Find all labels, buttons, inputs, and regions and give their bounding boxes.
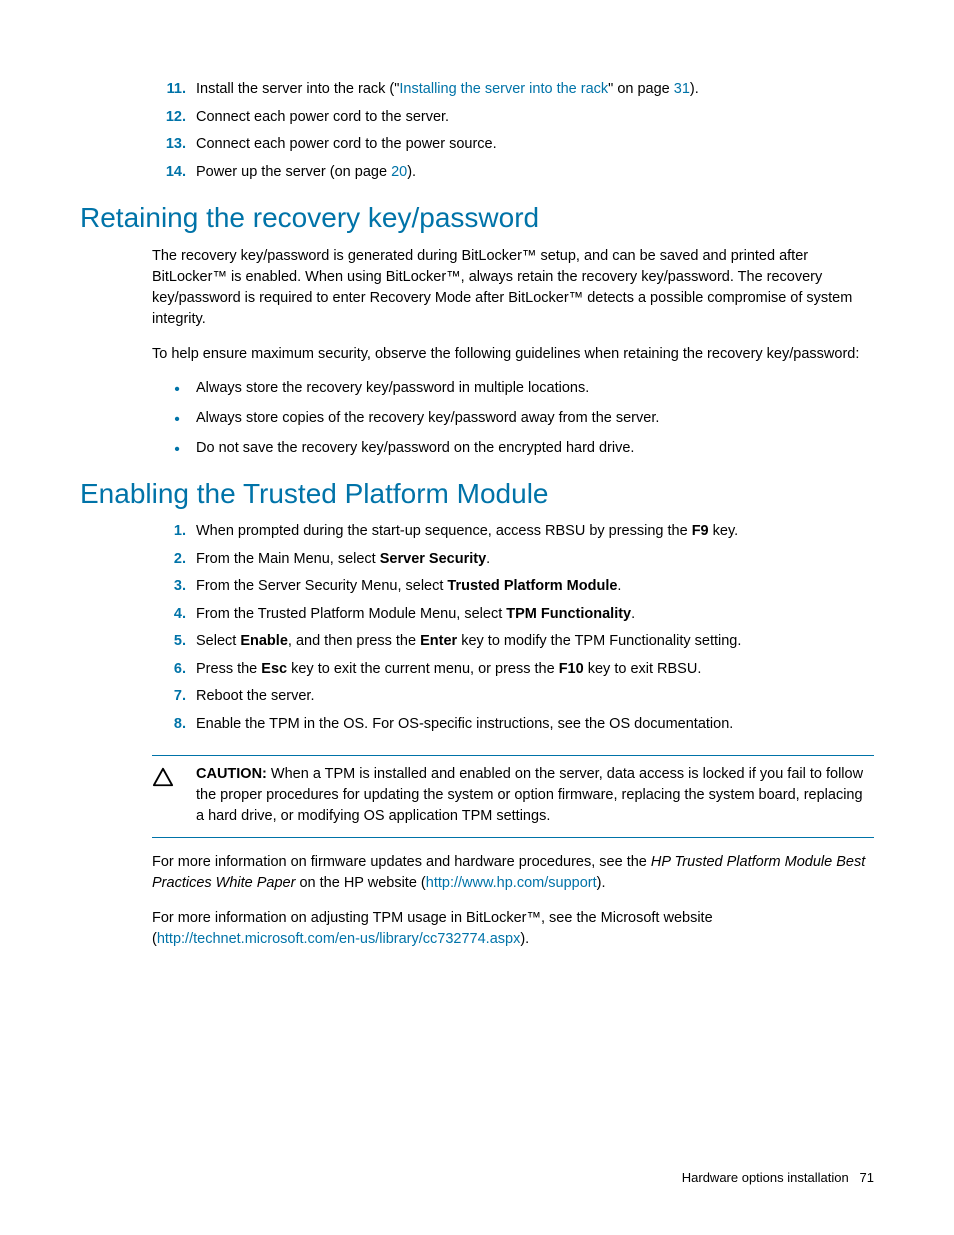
tpm-step-1: 1. When prompted during the start-up seq… [80,522,874,542]
page-footer: Hardware options installation 71 [682,1170,874,1185]
step-number: 14. [152,163,186,183]
menu-name: Server Security [380,551,486,567]
text-fragment: . [631,606,635,622]
text-fragment: From the Server Security Menu, select [196,578,447,594]
text-fragment: Press the [196,661,261,677]
guidelines-bullet-list: • Always store the recovery key/password … [80,379,874,460]
tpm-step-2: 2. From the Main Menu, select Server Sec… [80,550,874,570]
menu-name: TPM Functionality [506,606,631,622]
step-12: 12. Connect each power cord to the serve… [80,108,874,128]
step-11: 11. Install the server into the rack ("I… [80,80,874,100]
text-fragment: . [486,551,490,567]
text-fragment: key. [709,523,739,539]
install-rack-link[interactable]: Installing the server into the rack [399,81,608,97]
key-name: F10 [559,661,584,677]
tpm-step-7: 7. Reboot the server. [80,687,874,707]
paragraph: For more information on firmware updates… [80,852,874,894]
tpm-ordered-list: 1. When prompted during the start-up seq… [80,522,874,735]
step-number: 7. [152,687,186,707]
step-number: 6. [152,660,186,680]
step-number: 8. [152,715,186,735]
caution-body: When a TPM is installed and enabled on t… [196,766,863,824]
text-fragment: ). [597,875,606,891]
bullet-icon: • [168,379,186,401]
caution-callout: CAUTION: When a TPM is installed and ena… [152,755,874,838]
text-fragment: Select [196,633,240,649]
step-number: 13. [152,135,186,155]
step-number: 5. [152,632,186,652]
text-fragment: ). [520,931,529,947]
step-number: 2. [152,550,186,570]
key-name: Esc [261,661,287,677]
text-fragment: key to exit the current menu, or press t… [287,661,559,677]
footer-page-number: 71 [860,1170,874,1185]
text-fragment: Install the server into the rack (" [196,81,399,97]
bullet-item: • Always store the recovery key/password … [80,379,874,401]
step-text: Connect each power cord to the power sou… [196,135,874,155]
resume-ordered-list: 11. Install the server into the rack ("I… [80,80,874,182]
page-ref-20[interactable]: 20 [391,164,407,180]
text-fragment: on the HP website ( [295,875,425,891]
document-page: 11. Install the server into the rack ("I… [0,0,954,1235]
bullet-item: • Always store copies of the recovery key… [80,409,874,431]
caution-label: CAUTION: [196,766,267,782]
text-fragment: ). [690,81,699,97]
step-number: 1. [152,522,186,542]
bullet-item: • Do not save the recovery key/password o… [80,439,874,461]
step-text: From the Main Menu, select Server Securi… [196,550,874,570]
tpm-step-4: 4. From the Trusted Platform Module Menu… [80,605,874,625]
step-text: Press the Esc key to exit the current me… [196,660,874,680]
text-fragment: When prompted during the start-up sequen… [196,523,692,539]
step-text: Reboot the server. [196,687,874,707]
bullet-text: Always store the recovery key/password i… [196,379,589,401]
step-text: When prompted during the start-up sequen… [196,522,874,542]
tpm-step-5: 5. Select Enable, and then press the Ent… [80,632,874,652]
text-fragment: From the Main Menu, select [196,551,380,567]
step-text: Power up the server (on page 20). [196,163,874,183]
paragraph: To help ensure maximum security, observe… [80,344,874,365]
step-text: Connect each power cord to the server. [196,108,874,128]
step-13: 13. Connect each power cord to the power… [80,135,874,155]
text-fragment: ). [407,164,416,180]
step-number: 3. [152,577,186,597]
text-fragment: For more information on firmware updates… [152,854,651,870]
tpm-step-6: 6. Press the Esc key to exit the current… [80,660,874,680]
step-text: Install the server into the rack ("Insta… [196,80,874,100]
bullet-text: Do not save the recovery key/password on… [196,439,634,461]
hp-support-link[interactable]: http://www.hp.com/support [426,875,597,891]
menu-name: Trusted Platform Module [447,578,617,594]
step-number: 12. [152,108,186,128]
key-name: Enter [420,633,457,649]
caution-triangle-icon [152,764,196,827]
text-fragment: . [617,578,621,594]
bullet-text: Always store copies of the recovery key/… [196,409,659,431]
caution-text: CAUTION: When a TPM is installed and ena… [196,764,874,827]
step-number: 11. [152,80,186,100]
heading-retaining-recovery: Retaining the recovery key/password [80,202,874,234]
text-fragment: key to exit RBSU. [584,661,702,677]
step-text: Select Enable, and then press the Enter … [196,632,874,652]
paragraph: The recovery key/password is generated d… [80,246,874,330]
page-ref-31[interactable]: 31 [674,81,690,97]
step-number: 4. [152,605,186,625]
step-text: Enable the TPM in the OS. For OS-specifi… [196,715,874,735]
step-14: 14. Power up the server (on page 20). [80,163,874,183]
bullet-icon: • [168,439,186,461]
text-fragment: key to modify the TPM Functionality sett… [457,633,741,649]
bullet-icon: • [168,409,186,431]
step-text: From the Trusted Platform Module Menu, s… [196,605,874,625]
paragraph: For more information on adjusting TPM us… [80,908,874,950]
text-fragment: From the Trusted Platform Module Menu, s… [196,606,506,622]
text-fragment: Power up the server (on page [196,164,391,180]
technet-link[interactable]: http://technet.microsoft.com/en-us/libra… [157,931,520,947]
text-fragment: " on page [608,81,674,97]
tpm-step-8: 8. Enable the TPM in the OS. For OS-spec… [80,715,874,735]
heading-enabling-tpm: Enabling the Trusted Platform Module [80,478,874,510]
tpm-step-3: 3. From the Server Security Menu, select… [80,577,874,597]
option-name: Enable [240,633,288,649]
key-name: F9 [692,523,709,539]
text-fragment: , and then press the [288,633,420,649]
step-text: From the Server Security Menu, select Tr… [196,577,874,597]
footer-section: Hardware options installation [682,1170,849,1185]
